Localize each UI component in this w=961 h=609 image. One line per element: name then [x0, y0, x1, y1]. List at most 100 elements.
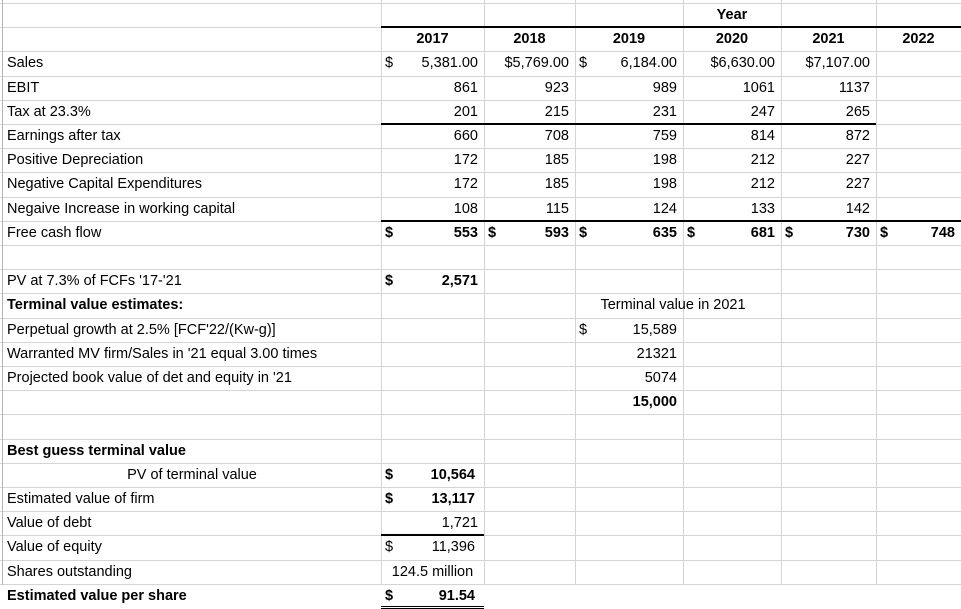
- summary-value[interactable]: $10,564: [381, 464, 484, 487]
- data-cell[interactable]: 142: [781, 198, 876, 221]
- terminal-estimate-label[interactable]: Projected book value of det and equity i…: [3, 367, 381, 390]
- data-cell[interactable]: [876, 198, 961, 221]
- data-cell[interactable]: 172: [381, 173, 484, 196]
- data-cell[interactable]: 759: [575, 125, 683, 148]
- summary-label[interactable]: Shares outstanding: [3, 561, 381, 584]
- summary-label[interactable]: Value of equity: [3, 536, 381, 559]
- data-cell[interactable]: [876, 149, 961, 172]
- data-cell[interactable]: 923: [484, 77, 575, 100]
- data-cell[interactable]: 708: [484, 125, 575, 148]
- row-label[interactable]: Sales: [3, 52, 381, 75]
- year-header-2021[interactable]: 2021: [781, 28, 876, 51]
- year-header-2018[interactable]: 2018: [484, 28, 575, 51]
- data-cell[interactable]: 212: [683, 173, 781, 196]
- year-header-2017[interactable]: 2017: [381, 28, 484, 51]
- summary-value[interactable]: $13,117: [381, 488, 484, 511]
- data-cell[interactable]: $7,107.00: [781, 52, 876, 75]
- row-label[interactable]: Negative Capital Expenditures: [3, 173, 381, 196]
- terminal-estimate-value[interactable]: 21321: [575, 343, 683, 366]
- data-cell[interactable]: 872: [781, 125, 876, 148]
- row-label[interactable]: Negaive Increase in working capital: [3, 198, 381, 221]
- year-header-2020[interactable]: 2020: [683, 28, 781, 51]
- best-guess-terminal-value[interactable]: 15,000: [575, 391, 683, 414]
- row-label[interactable]: Earnings after tax: [3, 125, 381, 148]
- data-cell[interactable]: $681: [683, 222, 781, 245]
- data-cell[interactable]: 185: [484, 149, 575, 172]
- cell-value: 198: [652, 152, 677, 168]
- data-cell[interactable]: $553: [381, 222, 484, 245]
- cell-value: 635: [652, 225, 677, 241]
- data-cell[interactable]: 185: [484, 173, 575, 196]
- data-cell[interactable]: 1137: [781, 77, 876, 100]
- data-cell[interactable]: 814: [683, 125, 781, 148]
- currency-symbol: $: [785, 225, 794, 241]
- summary-value[interactable]: $91.54: [381, 585, 484, 608]
- summary-label[interactable]: Value of debt: [3, 512, 381, 535]
- terminal-heading[interactable]: Terminal value estimates:: [3, 294, 381, 317]
- summary-label[interactable]: Estimated value of firm: [3, 488, 381, 511]
- summary-value[interactable]: 1,721: [381, 512, 484, 535]
- data-cell[interactable]: 227: [781, 173, 876, 196]
- data-cell[interactable]: [876, 173, 961, 196]
- cell-value: 6,184.00: [620, 55, 677, 71]
- data-cell[interactable]: 133: [683, 198, 781, 221]
- currency-symbol: $: [385, 539, 394, 555]
- data-cell[interactable]: 861: [381, 77, 484, 100]
- data-cell[interactable]: 172: [381, 149, 484, 172]
- data-cell[interactable]: 660: [381, 125, 484, 148]
- data-cell[interactable]: 198: [575, 149, 683, 172]
- data-cell[interactable]: 265: [781, 101, 876, 124]
- data-cell[interactable]: $5,769.00: [484, 52, 575, 75]
- terminal-column-title[interactable]: Terminal value in 2021: [575, 294, 781, 317]
- summary-label[interactable]: Estimated value per share: [3, 585, 381, 608]
- data-cell[interactable]: $748: [876, 222, 961, 245]
- row-label[interactable]: EBIT: [3, 77, 381, 100]
- data-cell[interactable]: 989: [575, 77, 683, 100]
- data-cell[interactable]: 115: [484, 198, 575, 221]
- cell-value: $5,769.00: [504, 55, 569, 71]
- data-cell[interactable]: 212: [683, 149, 781, 172]
- pv-fcf-label[interactable]: PV at 7.3% of FCFs '17-'21: [3, 270, 381, 293]
- data-cell[interactable]: 198: [575, 173, 683, 196]
- summary-value[interactable]: 124.5 million: [381, 561, 484, 584]
- data-cell[interactable]: [876, 125, 961, 148]
- gridline-row: [0, 414, 961, 415]
- data-cell[interactable]: $593: [484, 222, 575, 245]
- data-cell[interactable]: 247: [683, 101, 781, 124]
- data-cell[interactable]: 215: [484, 101, 575, 124]
- data-cell[interactable]: $6,630.00: [683, 52, 781, 75]
- data-cell[interactable]: [876, 101, 961, 124]
- terminal-estimate-label[interactable]: Warranted MV firm/Sales in '21 equal 3.0…: [3, 343, 381, 366]
- data-cell[interactable]: 1061: [683, 77, 781, 100]
- data-cell[interactable]: 201: [381, 101, 484, 124]
- year-header-2022[interactable]: 2022: [876, 28, 961, 51]
- row-label[interactable]: Tax at 23.3%: [3, 101, 381, 124]
- cell-value: 759: [652, 128, 677, 144]
- cell-value: 730: [845, 225, 870, 241]
- row-label[interactable]: Positive Depreciation: [3, 149, 381, 172]
- data-cell[interactable]: $6,184.00: [575, 52, 683, 75]
- data-cell[interactable]: 108: [381, 198, 484, 221]
- cell-value: 198: [652, 176, 677, 192]
- terminal-estimate-value[interactable]: 5074: [575, 367, 683, 390]
- data-cell[interactable]: 124: [575, 198, 683, 221]
- data-cell[interactable]: $730: [781, 222, 876, 245]
- summary-label[interactable]: PV of terminal value: [3, 464, 381, 487]
- year-header-2019[interactable]: 2019: [575, 28, 683, 51]
- currency-symbol: $: [385, 225, 394, 241]
- data-cell[interactable]: 231: [575, 101, 683, 124]
- currency-symbol: $: [579, 55, 588, 71]
- year-group-header[interactable]: Year: [683, 4, 781, 27]
- pv-fcf-value[interactable]: $2,571: [381, 270, 484, 293]
- data-cell[interactable]: $635: [575, 222, 683, 245]
- summary-heading[interactable]: Best guess terminal value: [3, 440, 381, 463]
- summary-value[interactable]: $11,396: [381, 536, 484, 559]
- terminal-estimate-label[interactable]: Perpetual growth at 2.5% [FCF'22/(Kw-g)]: [3, 319, 381, 342]
- row-label[interactable]: Free cash flow: [3, 222, 381, 245]
- data-cell[interactable]: [876, 77, 961, 100]
- data-cell[interactable]: 227: [781, 149, 876, 172]
- data-cell[interactable]: [876, 52, 961, 75]
- data-cell[interactable]: $5,381.00: [381, 52, 484, 75]
- terminal-estimate-value[interactable]: $15,589: [575, 319, 683, 342]
- cell-value: 1061: [742, 80, 775, 96]
